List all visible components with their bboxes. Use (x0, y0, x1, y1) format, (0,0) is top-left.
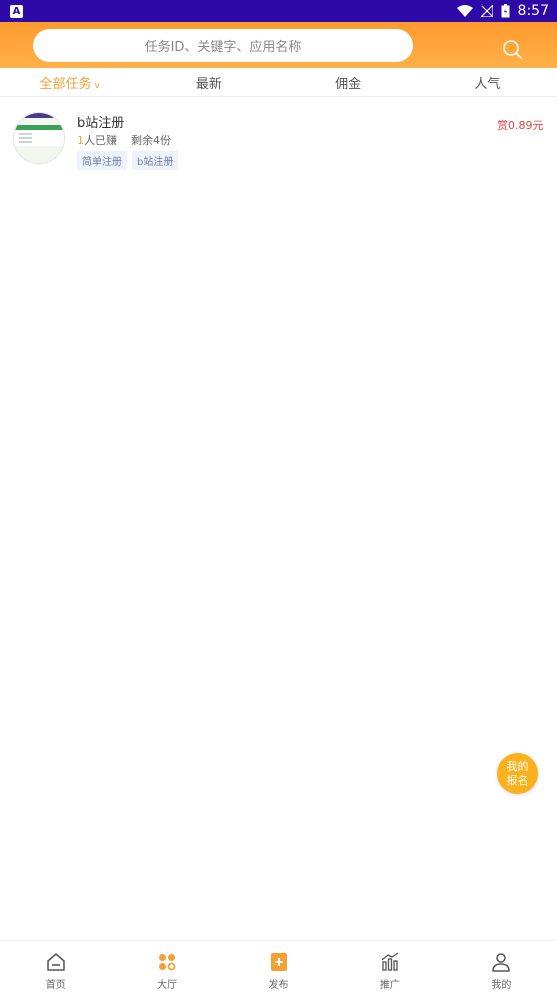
chevron-down-icon: v (94, 80, 100, 91)
nav-hall-label: 大厅 (157, 980, 178, 991)
fab-line-2: 报名 (506, 773, 529, 787)
task-tags: 简单注册 b站注册 (77, 151, 179, 170)
remaining-count: 剩余4份 (131, 134, 171, 147)
filter-tabs: 全部任务 v 最新 佣金 人气 (0, 68, 557, 97)
publish-icon (270, 953, 287, 971)
task-thumbnail (13, 112, 65, 164)
task-meta: 1人已赚 剩余4份 (77, 132, 171, 148)
task-item[interactable]: b站注册 1人已赚 剩余4份 简单注册 b站注册 赏0.89元 (0, 104, 557, 174)
task-tag: 简单注册 (77, 151, 127, 170)
profile-icon (492, 953, 511, 972)
app-badge-icon: A (10, 4, 23, 18)
nav-publish[interactable]: 发布 (223, 941, 334, 995)
search-icon[interactable] (501, 38, 523, 60)
tab-all-tasks-label: 全部任务 (39, 76, 92, 92)
nav-promote-label: 推广 (379, 980, 400, 991)
joined-count: 1 (77, 134, 84, 147)
tab-latest[interactable]: 最新 (139, 73, 278, 92)
bottom-navigation: 首页 大厅 发布 推广 我的 (0, 940, 557, 995)
my-signups-button[interactable]: 我的 报名 (497, 753, 538, 794)
signal-off-icon (480, 5, 493, 17)
nav-publish-label: 发布 (268, 980, 289, 991)
search-input[interactable]: 任务ID、关键字、应用名称 (33, 29, 413, 62)
nav-profile[interactable]: 我的 (446, 941, 557, 995)
task-title: b站注册 (77, 116, 125, 131)
nav-promote[interactable]: 推广 (334, 941, 445, 995)
clock: 8:57 (517, 3, 549, 19)
task-tag: b站注册 (132, 151, 179, 170)
wifi-icon (456, 5, 473, 17)
fab-line-1: 我的 (506, 759, 529, 773)
hall-icon (159, 954, 176, 971)
status-bar: A 8:57 (0, 0, 557, 22)
nav-hall[interactable]: 大厅 (111, 941, 222, 995)
battery-icon (501, 4, 510, 18)
header: 任务ID、关键字、应用名称 (0, 22, 557, 68)
tab-commission[interactable]: 佣金 (279, 73, 418, 92)
task-reward: 赏0.89元 (497, 119, 544, 132)
promote-icon (381, 952, 399, 971)
tab-popularity[interactable]: 人气 (418, 73, 557, 92)
nav-home[interactable]: 首页 (0, 941, 111, 995)
tab-all-tasks[interactable]: 全部任务 v (0, 73, 139, 92)
home-icon (46, 953, 65, 971)
nav-home-label: 首页 (45, 980, 66, 991)
app-screenshot-icon (14, 113, 64, 163)
nav-profile-label: 我的 (491, 980, 512, 991)
joined-suffix: 人已赚 (84, 134, 117, 147)
status-icons: 8:57 (456, 3, 549, 19)
